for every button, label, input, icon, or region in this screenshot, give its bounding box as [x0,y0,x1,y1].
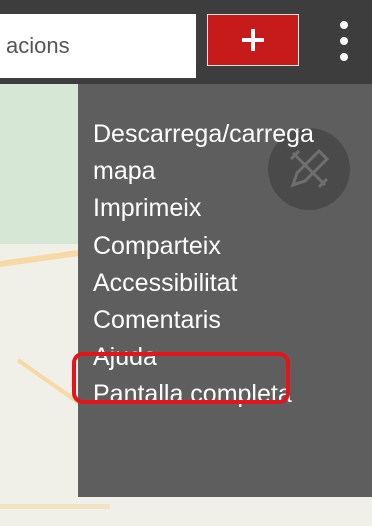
menu-item-download-upload[interactable]: Descarrega/carrega [93,116,314,153]
plus-icon [242,29,264,51]
map-road [0,504,110,509]
add-button[interactable] [207,14,299,66]
menu-item-print[interactable]: Imprimeix [93,190,314,227]
menu-item-comments[interactable]: Comentaris [93,302,314,339]
more-vertical-icon [340,21,348,61]
menu-item-download-upload-map[interactable]: mapa [93,153,314,190]
menu-item-share[interactable]: Comparteix [93,228,314,265]
search-input[interactable]: acions [0,14,196,78]
search-text: acions [6,33,70,58]
highlight-box [72,352,290,404]
top-bar: acions [0,0,372,84]
menu-item-accessibility[interactable]: Accessibilitat [93,265,314,302]
more-menu-button[interactable] [316,0,372,84]
